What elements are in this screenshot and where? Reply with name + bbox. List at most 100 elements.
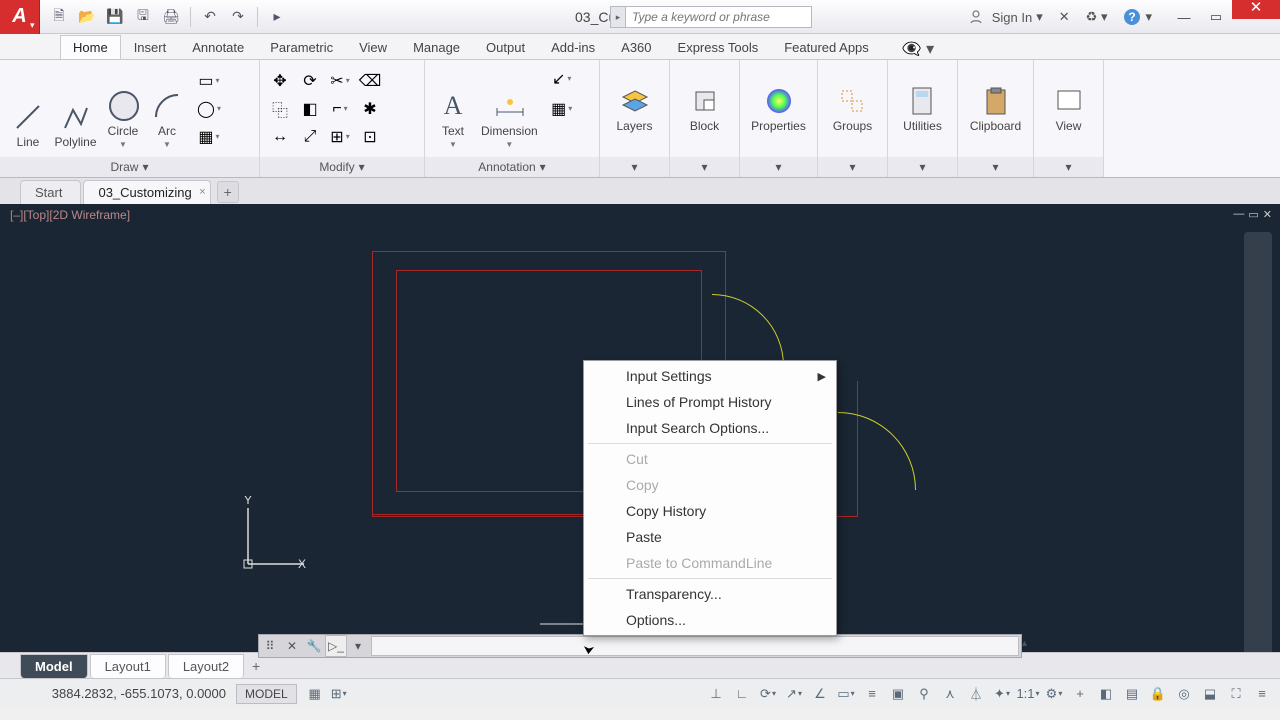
plot-icon[interactable]: 🖨 (160, 6, 182, 28)
explode-icon[interactable]: ✱ (356, 96, 384, 122)
tab-insert[interactable]: Insert (121, 35, 180, 59)
line-button[interactable]: Line (6, 65, 50, 153)
cmdline-prompt-icon[interactable]: ▷_ (325, 635, 347, 657)
text-button[interactable]: AText▼ (431, 65, 475, 153)
undo-icon[interactable]: ↶ (199, 6, 221, 28)
layout1-tab[interactable]: Layout1 (90, 654, 166, 678)
new-icon[interactable]: 🗎 (48, 6, 70, 28)
ellipse-icon[interactable]: ◯ (195, 96, 223, 122)
tab-start[interactable]: Start (20, 180, 81, 204)
grid-icon[interactable]: ▦ (303, 682, 327, 706)
search-input[interactable] (626, 6, 812, 28)
add-layout-button[interactable]: + (246, 656, 266, 676)
clipboard-button[interactable]: Clipboard (964, 81, 1027, 137)
hardware-accel-icon[interactable]: ⬓ (1198, 682, 1222, 706)
selection-filter-icon[interactable]: ⏃ (964, 682, 988, 706)
dynamic-ucs-icon[interactable]: ⋏ (938, 682, 962, 706)
tab-file[interactable]: 03_Customizing× (83, 180, 210, 204)
move-icon[interactable]: ✥ (266, 68, 294, 94)
copy-icon[interactable]: ⿻ (266, 96, 294, 122)
maximize-button[interactable]: ▭ (1200, 5, 1232, 29)
tab-a360[interactable]: A360 (608, 35, 664, 59)
offset-icon[interactable]: ⊡ (356, 124, 384, 150)
tab-home[interactable]: Home (60, 35, 121, 59)
customize-status-icon[interactable]: ≡ (1250, 682, 1274, 706)
layers-button[interactable]: Layers (610, 81, 658, 137)
annotation-scale[interactable]: 1:1 (1016, 682, 1040, 706)
tab-view[interactable]: View (346, 35, 400, 59)
panel-annotation-title[interactable]: Annotation (478, 160, 535, 174)
tab-addins[interactable]: Add-ins (538, 35, 608, 59)
tab-manage[interactable]: Manage (400, 35, 473, 59)
array-icon[interactable]: ⊞ (326, 124, 354, 150)
menu-paste[interactable]: Paste (584, 524, 836, 550)
dimension-button[interactable]: Dimension▼ (475, 65, 544, 153)
utilities-button[interactable]: Utilities (897, 81, 948, 137)
tab-parametric[interactable]: Parametric (257, 35, 346, 59)
transparency-icon[interactable]: ≡ (860, 682, 884, 706)
viewport-minimize-icon[interactable]: — (1233, 208, 1244, 221)
circle-button[interactable]: Circle▼ (101, 65, 145, 153)
viewport-restore-icon[interactable]: ▭ (1248, 208, 1258, 221)
cmdline-grip-icon[interactable]: ⠿ (259, 635, 281, 657)
trim-icon[interactable]: ✂ (326, 68, 354, 94)
exchange-icon[interactable]: ✕ (1051, 0, 1078, 34)
rotate-icon[interactable]: ⟳ (296, 68, 324, 94)
viewport-close-icon[interactable]: ✕ (1263, 208, 1272, 221)
cmdline-config-icon[interactable]: 🔧 (303, 635, 325, 657)
tab-output[interactable]: Output (473, 35, 538, 59)
new-tab-button[interactable]: + (217, 181, 239, 203)
fillet-icon[interactable]: ⌐ (326, 96, 354, 122)
isolate-icon[interactable]: ◎ (1172, 682, 1196, 706)
command-input[interactable] (371, 636, 1019, 656)
tab-featured[interactable]: Featured Apps (771, 35, 882, 59)
erase-icon[interactable]: ⌫ (356, 68, 384, 94)
help-icon[interactable]: ? ▾ (1115, 0, 1160, 34)
close-button[interactable]: ✕ (1232, 0, 1280, 19)
redo-icon[interactable]: ↷ (227, 6, 249, 28)
groups-button[interactable]: Groups (827, 81, 878, 137)
cmdline-recent-icon[interactable]: ▾ (347, 635, 369, 657)
hatch-icon[interactable]: ▦ (195, 124, 223, 150)
menu-copy-history[interactable]: Copy History (584, 498, 836, 524)
isoplane-icon[interactable]: ⟳ (756, 682, 780, 706)
stretch-icon[interactable]: ↔ (266, 124, 294, 150)
selection-cycling-icon[interactable]: ▣ (886, 682, 910, 706)
a360-icon[interactable]: ♻ ▾ (1078, 0, 1116, 34)
polar-icon[interactable]: ∟ (730, 682, 754, 706)
open-icon[interactable]: 📂 (76, 6, 98, 28)
coordinates-readout[interactable]: 3884.2832, -655.1073, 0.0000 (6, 686, 236, 701)
workspace-icon[interactable]: ⚙ (1042, 682, 1066, 706)
polyline-button[interactable]: Polyline (50, 65, 101, 153)
panel-draw-title[interactable]: Draw (110, 160, 138, 174)
leader-icon[interactable]: ↙ (548, 66, 576, 92)
table-icon[interactable]: ▦ (548, 96, 576, 122)
model-space-badge[interactable]: MODEL (236, 684, 297, 704)
arc-button[interactable]: Arc▼ (145, 65, 189, 153)
snap-icon[interactable]: ⊞ (327, 682, 351, 706)
viewport-label[interactable]: [–][Top][2D Wireframe] (10, 208, 130, 222)
3dosnap-icon[interactable]: ⚲ (912, 682, 936, 706)
clean-screen-icon[interactable]: ⛶ (1224, 682, 1248, 706)
properties-button[interactable]: Properties (746, 81, 811, 137)
close-tab-icon[interactable]: × (199, 186, 205, 198)
menu-prompt-history[interactable]: Lines of Prompt History (584, 389, 836, 415)
lock-ui-icon[interactable]: 🔒 (1146, 682, 1170, 706)
layout2-tab[interactable]: Layout2 (168, 654, 244, 678)
save-icon[interactable]: 💾 (104, 6, 126, 28)
menu-transparency[interactable]: Transparency... (584, 581, 836, 607)
menu-options[interactable]: Options... (584, 607, 836, 633)
ribbon-vis-icon[interactable]: 👁‍🗨 ▾ (902, 39, 934, 59)
search-toggle-icon[interactable]: ▸ (610, 6, 626, 28)
menu-input-settings[interactable]: Input Settings▶ (584, 363, 836, 389)
cmdline-close-icon[interactable]: ✕ (281, 635, 303, 657)
cmdline-expand-icon[interactable]: ▴ (1022, 638, 1027, 649)
quick-properties-icon[interactable]: ▤ (1120, 682, 1144, 706)
units-icon[interactable]: ◧ (1094, 682, 1118, 706)
gizmo-icon[interactable]: ✦ (990, 682, 1014, 706)
signin-button[interactable]: Sign In ▾ (960, 0, 1051, 34)
minimize-button[interactable]: — (1168, 5, 1200, 29)
saveas-icon[interactable]: 🖫 (132, 6, 154, 28)
rectangle-icon[interactable]: ▭ (195, 68, 223, 94)
tab-express[interactable]: Express Tools (665, 35, 772, 59)
